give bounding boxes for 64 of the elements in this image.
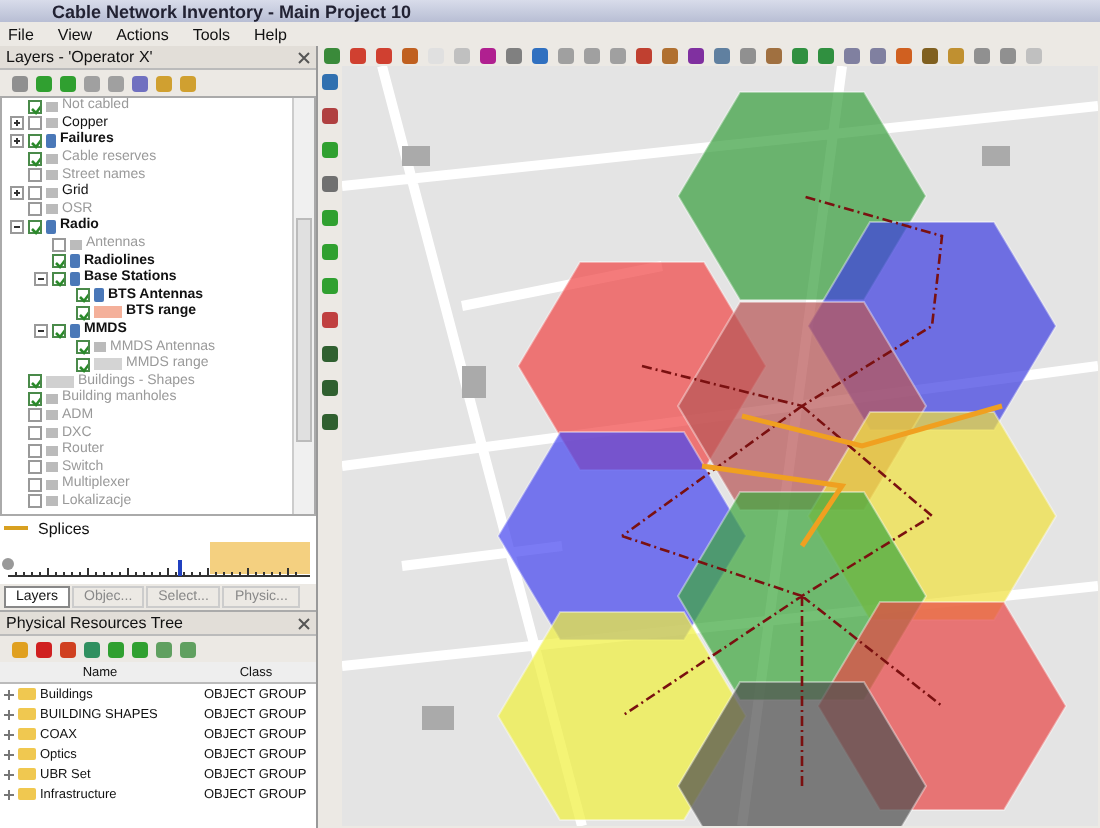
checkbox[interactable] bbox=[52, 237, 66, 252]
expand-icon[interactable] bbox=[4, 689, 14, 699]
layer-icon bbox=[94, 342, 106, 353]
checkbox[interactable] bbox=[28, 99, 42, 114]
database-icon bbox=[46, 219, 56, 234]
menu-item[interactable]: Actions bbox=[116, 25, 169, 43]
menu-item[interactable]: Tools bbox=[192, 25, 231, 43]
expand-icon[interactable] bbox=[4, 709, 14, 719]
expander-icon[interactable] bbox=[10, 185, 24, 200]
tool-button[interactable] bbox=[322, 108, 338, 124]
checkbox[interactable] bbox=[28, 408, 42, 423]
tool-button[interactable] bbox=[322, 176, 338, 192]
expand-icon[interactable] bbox=[4, 729, 14, 739]
expander-icon[interactable] bbox=[34, 271, 48, 286]
menu-item[interactable]: Help bbox=[254, 25, 287, 43]
checkbox[interactable] bbox=[28, 477, 42, 492]
checkbox[interactable] bbox=[76, 288, 90, 303]
tool-button[interactable] bbox=[322, 346, 338, 362]
tool-button[interactable] bbox=[322, 414, 338, 430]
scrollbar[interactable] bbox=[292, 98, 314, 514]
menu-item[interactable]: View bbox=[57, 25, 93, 43]
checkbox[interactable] bbox=[28, 391, 42, 406]
database-icon bbox=[46, 133, 56, 148]
close-icon[interactable] bbox=[298, 51, 310, 63]
panel-title: Physical Resources Tree bbox=[6, 614, 183, 632]
tool-button[interactable] bbox=[322, 244, 338, 260]
line-symbol-icon bbox=[4, 526, 28, 530]
tool-button[interactable] bbox=[322, 278, 338, 294]
database-icon bbox=[70, 323, 80, 338]
checkbox[interactable] bbox=[28, 219, 42, 234]
legend-label: Splices bbox=[38, 519, 90, 537]
menu-item[interactable]: File bbox=[8, 25, 34, 43]
tool-button[interactable] bbox=[322, 312, 338, 328]
expand-icon[interactable] bbox=[4, 749, 14, 759]
close-icon[interactable] bbox=[298, 617, 310, 629]
checkbox[interactable] bbox=[52, 323, 66, 338]
expander-icon[interactable] bbox=[34, 323, 48, 338]
checkbox[interactable] bbox=[28, 202, 42, 217]
checkbox[interactable] bbox=[28, 133, 42, 148]
checkbox[interactable] bbox=[28, 426, 42, 441]
checkbox[interactable] bbox=[76, 357, 90, 372]
checkbox[interactable] bbox=[28, 185, 42, 200]
expander-icon[interactable] bbox=[10, 133, 24, 148]
window-title: Cable Network Inventory - Main Project 10 bbox=[52, 1, 412, 21]
checkbox[interactable] bbox=[28, 494, 42, 509]
checkbox[interactable] bbox=[28, 168, 42, 183]
layer-icon bbox=[70, 239, 82, 250]
checkbox[interactable] bbox=[28, 374, 42, 389]
checkbox[interactable] bbox=[52, 254, 66, 269]
tool-button[interactable] bbox=[322, 210, 338, 226]
checkbox[interactable] bbox=[28, 460, 42, 475]
tool-button[interactable] bbox=[322, 142, 338, 158]
checkbox[interactable] bbox=[76, 340, 90, 355]
checkbox[interactable] bbox=[28, 116, 42, 131]
expander-icon[interactable] bbox=[10, 219, 24, 234]
checkbox[interactable] bbox=[52, 271, 66, 286]
checkbox[interactable] bbox=[28, 151, 42, 166]
panel-title: Layers - 'Operator X' bbox=[6, 48, 153, 66]
checkbox[interactable] bbox=[28, 443, 42, 458]
tool-button[interactable] bbox=[322, 380, 338, 396]
expand-icon[interactable] bbox=[4, 769, 14, 779]
expander-icon[interactable] bbox=[10, 116, 24, 131]
checkbox[interactable] bbox=[76, 305, 90, 320]
expand-icon[interactable] bbox=[4, 789, 14, 799]
